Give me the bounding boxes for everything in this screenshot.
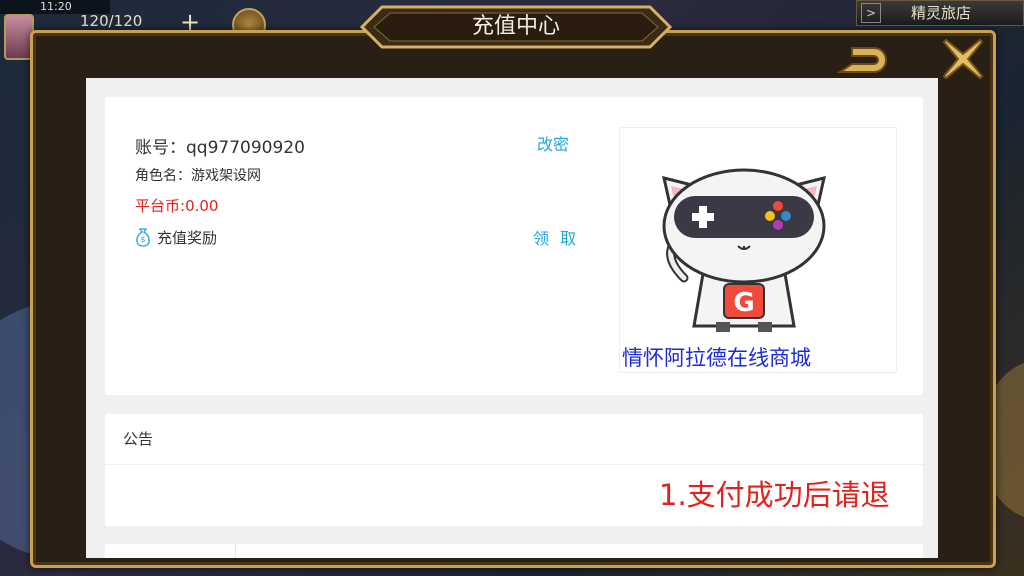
change-password-link[interactable]: 改密 [537,131,569,155]
inn-label: 精灵旅店 [911,4,972,22]
coin-value: 0.00 [185,197,219,215]
reward-label: 充值奖励 [157,229,218,247]
notice-marquee-text: 1.支付成功后请退 [659,478,890,512]
ad-badge-letter: G [733,288,754,318]
back-arrow-icon [836,47,887,73]
dialog-content: 账号：qq977090920 改密 角色名：游戏架设网 平台币:0.00 $ 充… [86,78,938,558]
store-ad-caption: 情怀阿拉德在线商城 [622,346,811,370]
svg-text:$: $ [140,235,145,244]
role-label: 角色名： [135,168,191,184]
dialog-title-plate: 充值中心 [360,5,672,49]
account-row: 账号：qq977090920 [135,133,305,158]
store-ad-panel[interactable]: G 情怀阿拉德在线商城 [619,127,897,373]
notice-marquee: 1.支付成功后请退 [105,470,905,514]
claim-reward-button[interactable]: 领 取 [533,225,579,249]
dialog-title: 充值中心 [471,14,560,39]
notice-divider [105,464,923,465]
bottom-section [105,544,923,558]
notice-heading: 公告 [123,430,154,448]
notice-card: 公告 1.支付成功后请退 [105,414,923,526]
close-button[interactable] [940,36,986,82]
account-value: qq977090920 [186,138,305,158]
gamepad-cat-icon: G [662,168,826,332]
clock: 11:20 [40,0,72,13]
inn-button[interactable]: > 精灵旅店 [856,0,1024,26]
account-card: 账号：qq977090920 改密 角色名：游戏架设网 平台币:0.00 $ 充… [105,97,923,395]
role-value: 游戏架设网 [191,168,261,184]
stamina-counter: 120/120 [80,12,143,30]
platform-coin-row: 平台币:0.00 [135,195,218,216]
money-bag-icon: $ [136,228,150,247]
recharge-reward-row: $ 充值奖励 [135,227,217,248]
coin-label: 平台币: [135,197,186,215]
bottom-divider [235,544,236,558]
chevron-right-icon: > [861,3,881,23]
close-x-icon [942,38,984,80]
account-label: 账号： [135,138,186,158]
role-row: 角色名：游戏架设网 [135,165,261,185]
back-button[interactable] [834,42,894,78]
